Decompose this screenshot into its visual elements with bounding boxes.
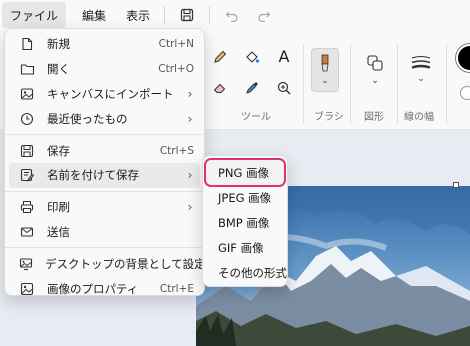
chevron-down-icon: ⌄ — [321, 76, 329, 86]
save-as-submenu: PNG 画像 JPEG 画像 BMP 画像 GIF 画像 その他の形式 — [202, 155, 288, 287]
shortcut-label: Ctrl+N — [158, 38, 194, 51]
save-icon[interactable] — [175, 3, 199, 27]
save-icon — [19, 143, 35, 159]
menu-item-label: 印刷 — [47, 200, 70, 215]
menu-item-print[interactable]: 印刷 › — [9, 195, 200, 220]
menu-item-label: 最近使ったもの — [47, 111, 128, 126]
secondary-color-swatch[interactable] — [460, 86, 470, 100]
separator — [303, 44, 304, 124]
menu-item-save-as[interactable]: 名前を付けて保存 › — [9, 162, 200, 188]
menu-item-label: 保存 — [47, 143, 70, 158]
shortcut-label: Ctrl+S — [159, 144, 194, 157]
edit-menu-button[interactable]: 編集 — [74, 2, 114, 28]
pencil-icon[interactable] — [209, 46, 231, 68]
menu-item-label: 名前を付けて保存 — [47, 168, 139, 183]
color-picker-icon[interactable] — [241, 77, 263, 99]
redo-icon[interactable] — [252, 3, 276, 27]
menu-item-label: 開く — [47, 62, 70, 77]
separator — [164, 6, 166, 24]
shapes-group-label: 図形 — [364, 112, 384, 123]
menu-bar: ファイル 編集 表示 — [0, 0, 470, 30]
chevron-right-icon: › — [187, 111, 193, 126]
view-menu-button[interactable]: 表示 — [118, 2, 158, 28]
text-tool-icon[interactable]: A — [273, 45, 295, 67]
save-as-png[interactable]: PNG 画像 — [204, 158, 286, 187]
menu-item-set-desktop-background[interactable]: デスクトップの背景として設定 › — [9, 251, 210, 276]
properties-icon — [19, 281, 35, 297]
text-tool-label: A — [278, 46, 290, 66]
brush-button[interactable]: ⌄ — [311, 48, 339, 92]
eraser-icon[interactable] — [209, 77, 231, 99]
separator — [209, 6, 211, 24]
file-menu: 新規 Ctrl+N 開く Ctrl+O キャンバスにインポート › 最近使ったも… — [4, 28, 210, 296]
save-as-bmp[interactable]: BMP 画像 — [206, 210, 284, 235]
shapes-icon — [367, 55, 383, 71]
save-as-other-formats[interactable]: その他の形式 — [206, 260, 287, 285]
menu-item-label: 画像のプロパティ — [47, 281, 139, 296]
menu-item-save[interactable]: 保存 Ctrl+S — [9, 138, 200, 163]
undo-icon[interactable] — [220, 3, 244, 27]
brush-group-label: ブラシ — [314, 112, 344, 123]
resize-handle[interactable] — [453, 182, 459, 188]
primary-color-swatch[interactable] — [456, 44, 470, 72]
menu-item-label: デスクトップの背景として設定 — [45, 256, 206, 271]
stroke-group-label: 線の幅 — [404, 112, 434, 123]
magnifier-icon[interactable] — [273, 77, 295, 99]
separator — [446, 44, 447, 124]
separator — [350, 44, 351, 124]
menu-item-open[interactable]: 開く Ctrl+O — [9, 57, 200, 82]
brush-icon — [321, 54, 329, 72]
save-as-icon — [19, 167, 35, 183]
fill-bucket-icon[interactable] — [241, 46, 263, 68]
send-icon — [19, 224, 35, 240]
chevron-right-icon: › — [187, 200, 193, 215]
menu-divider — [5, 190, 204, 192]
import-icon — [19, 86, 35, 102]
chevron-down-icon: ⌄ — [371, 76, 379, 86]
new-file-icon — [19, 36, 35, 52]
menu-divider — [5, 247, 204, 249]
menu-item-image-properties[interactable]: 画像のプロパティ Ctrl+E — [9, 276, 200, 301]
tools-group-label: ツール — [241, 112, 271, 123]
folder-icon — [19, 61, 35, 77]
chevron-right-icon: › — [187, 86, 193, 101]
menu-item-new[interactable]: 新規 Ctrl+N — [9, 32, 200, 57]
clock-icon — [19, 111, 35, 127]
stroke-size-icon — [411, 56, 431, 69]
save-as-gif[interactable]: GIF 画像 — [206, 235, 284, 260]
menu-item-recent[interactable]: 最近使ったもの › — [9, 106, 200, 131]
desktop-icon — [19, 256, 33, 272]
menu-item-label: 送信 — [47, 224, 70, 239]
chevron-right-icon: › — [187, 168, 193, 183]
shortcut-label: Ctrl+E — [159, 282, 194, 295]
menu-item-label: 新規 — [47, 37, 70, 52]
menu-item-import[interactable]: キャンバスにインポート › — [9, 82, 200, 107]
shapes-button[interactable]: ⌄ — [360, 48, 390, 92]
menu-divider — [5, 134, 204, 136]
separator — [397, 44, 398, 124]
file-menu-button[interactable]: ファイル — [2, 2, 67, 28]
menu-item-send[interactable]: 送信 — [9, 220, 200, 245]
chevron-down-icon: ⌄ — [417, 74, 425, 84]
stroke-size-button[interactable]: ⌄ — [404, 48, 438, 92]
save-as-jpeg[interactable]: JPEG 画像 — [206, 185, 284, 210]
menu-item-label: キャンバスにインポート — [47, 86, 174, 101]
shortcut-label: Ctrl+O — [158, 63, 194, 76]
printer-icon — [19, 199, 35, 215]
